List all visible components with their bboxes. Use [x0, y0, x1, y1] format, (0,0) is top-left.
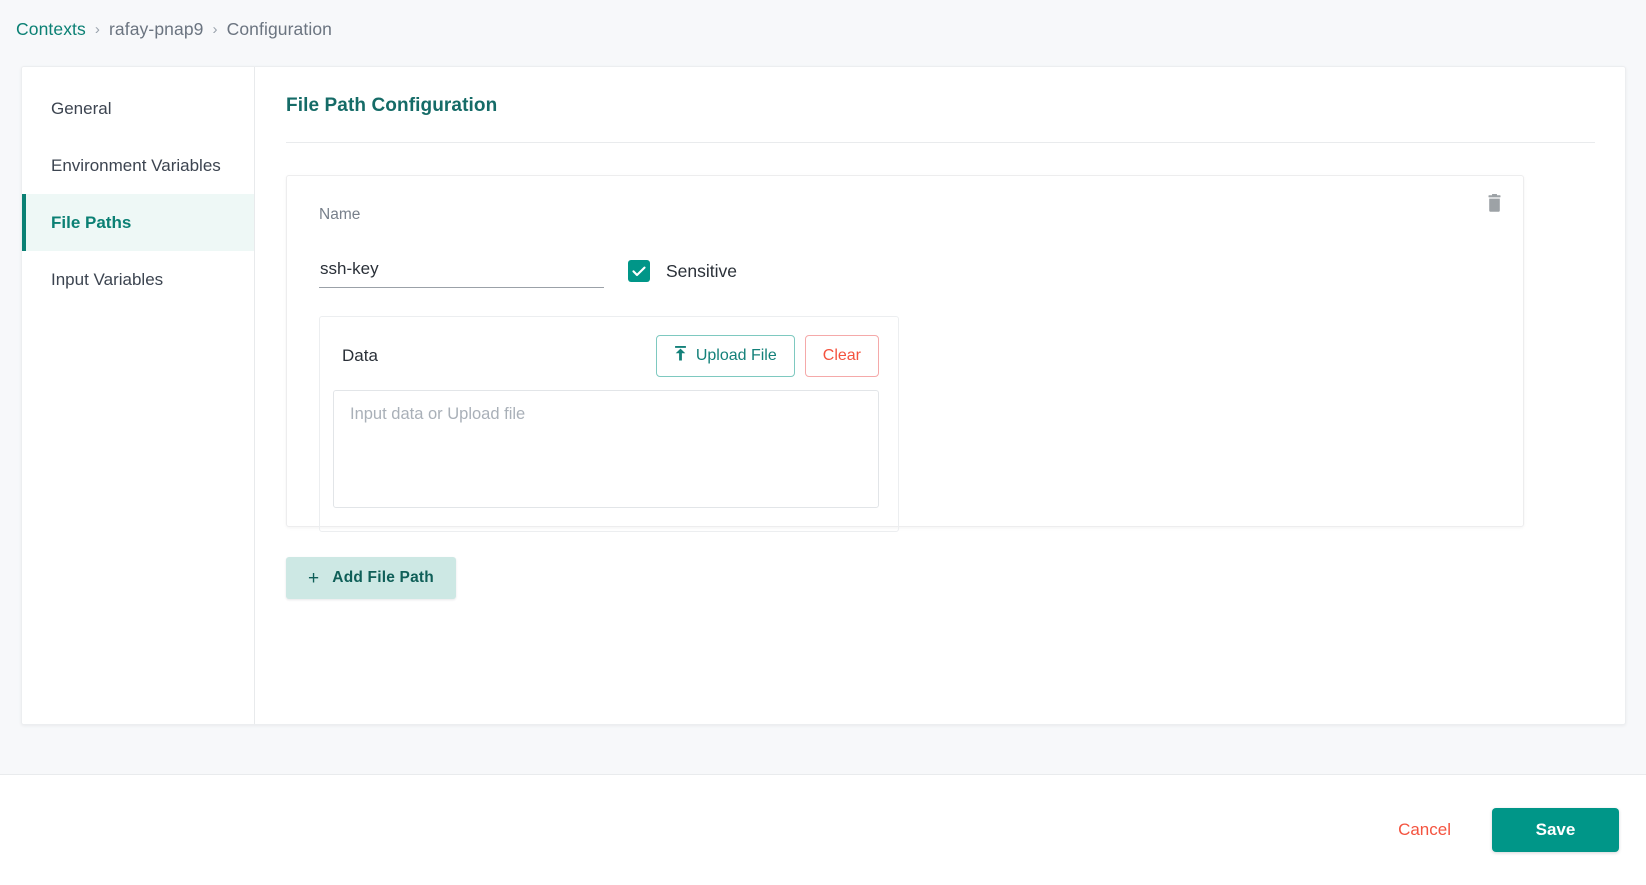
save-button[interactable]: Save	[1492, 808, 1619, 852]
breadcrumb-separator-1: ›	[94, 20, 100, 38]
data-textarea[interactable]	[333, 390, 879, 508]
breadcrumb-current: Configuration	[226, 18, 332, 39]
sensitive-checkbox[interactable]	[628, 260, 650, 282]
file-paths-content: File Path Configuration Name ssh-key Sen…	[255, 67, 1625, 724]
trash-icon[interactable]	[1481, 190, 1507, 216]
breadcrumb: Contexts › rafay-pnap9 › Configuration	[16, 16, 332, 42]
data-label: Data	[342, 346, 378, 365]
clear-label: Clear	[822, 347, 861, 364]
data-header: Data Upload File Clear	[333, 332, 879, 380]
configuration-page: Contexts › rafay-pnap9 › Configuration G…	[0, 0, 1646, 885]
title-divider	[286, 142, 1595, 143]
name-label: Name	[319, 206, 361, 223]
data-actions: Upload File Clear	[655, 335, 879, 377]
cancel-button[interactable]: Cancel	[1388, 812, 1461, 848]
upload-file-button[interactable]: Upload File	[655, 335, 795, 377]
clear-button[interactable]: Clear	[804, 335, 879, 377]
sidebar-item-file-paths[interactable]: File Paths	[22, 194, 254, 251]
breadcrumb-link-contexts[interactable]: Contexts	[16, 19, 86, 40]
settings-sidebar: General Environment Variables File Paths…	[22, 67, 255, 724]
breadcrumb-context-name[interactable]: rafay-pnap9	[109, 19, 204, 40]
action-footer: Cancel Save	[0, 774, 1646, 885]
sidebar-item-label: General	[51, 98, 112, 118]
page-title: File Path Configuration	[286, 95, 498, 116]
add-file-path-label: Add File Path	[332, 569, 434, 586]
breadcrumb-separator-2: ›	[212, 20, 218, 38]
sidebar-item-label: Environment Variables	[51, 155, 221, 175]
sidebar-item-general[interactable]: General	[22, 80, 254, 137]
sensitive-checkbox-row[interactable]: Sensitive	[628, 260, 737, 282]
plus-icon: +	[308, 567, 320, 589]
configuration-panel: General Environment Variables File Paths…	[21, 66, 1626, 725]
sidebar-item-label: Input Variables	[51, 269, 164, 289]
upload-icon	[674, 346, 687, 366]
data-section: Data Upload File Clear Input data or Upl…	[319, 316, 899, 532]
file-path-card: Name Sensitive	[286, 175, 1524, 532]
name-input-wrapper	[319, 259, 604, 288]
sidebar-item-input-variables[interactable]: Input Variables	[22, 251, 254, 308]
add-file-path-button[interactable]: + Add File Path	[286, 557, 456, 599]
sidebar-item-label: File Paths	[51, 212, 132, 232]
name-row: Sensitive	[319, 232, 1497, 288]
upload-file-label: Upload File	[695, 347, 777, 364]
sensitive-label: Sensitive	[666, 260, 738, 281]
name-input[interactable]	[319, 259, 604, 288]
sidebar-item-environment-variables[interactable]: Environment Variables	[22, 137, 254, 194]
